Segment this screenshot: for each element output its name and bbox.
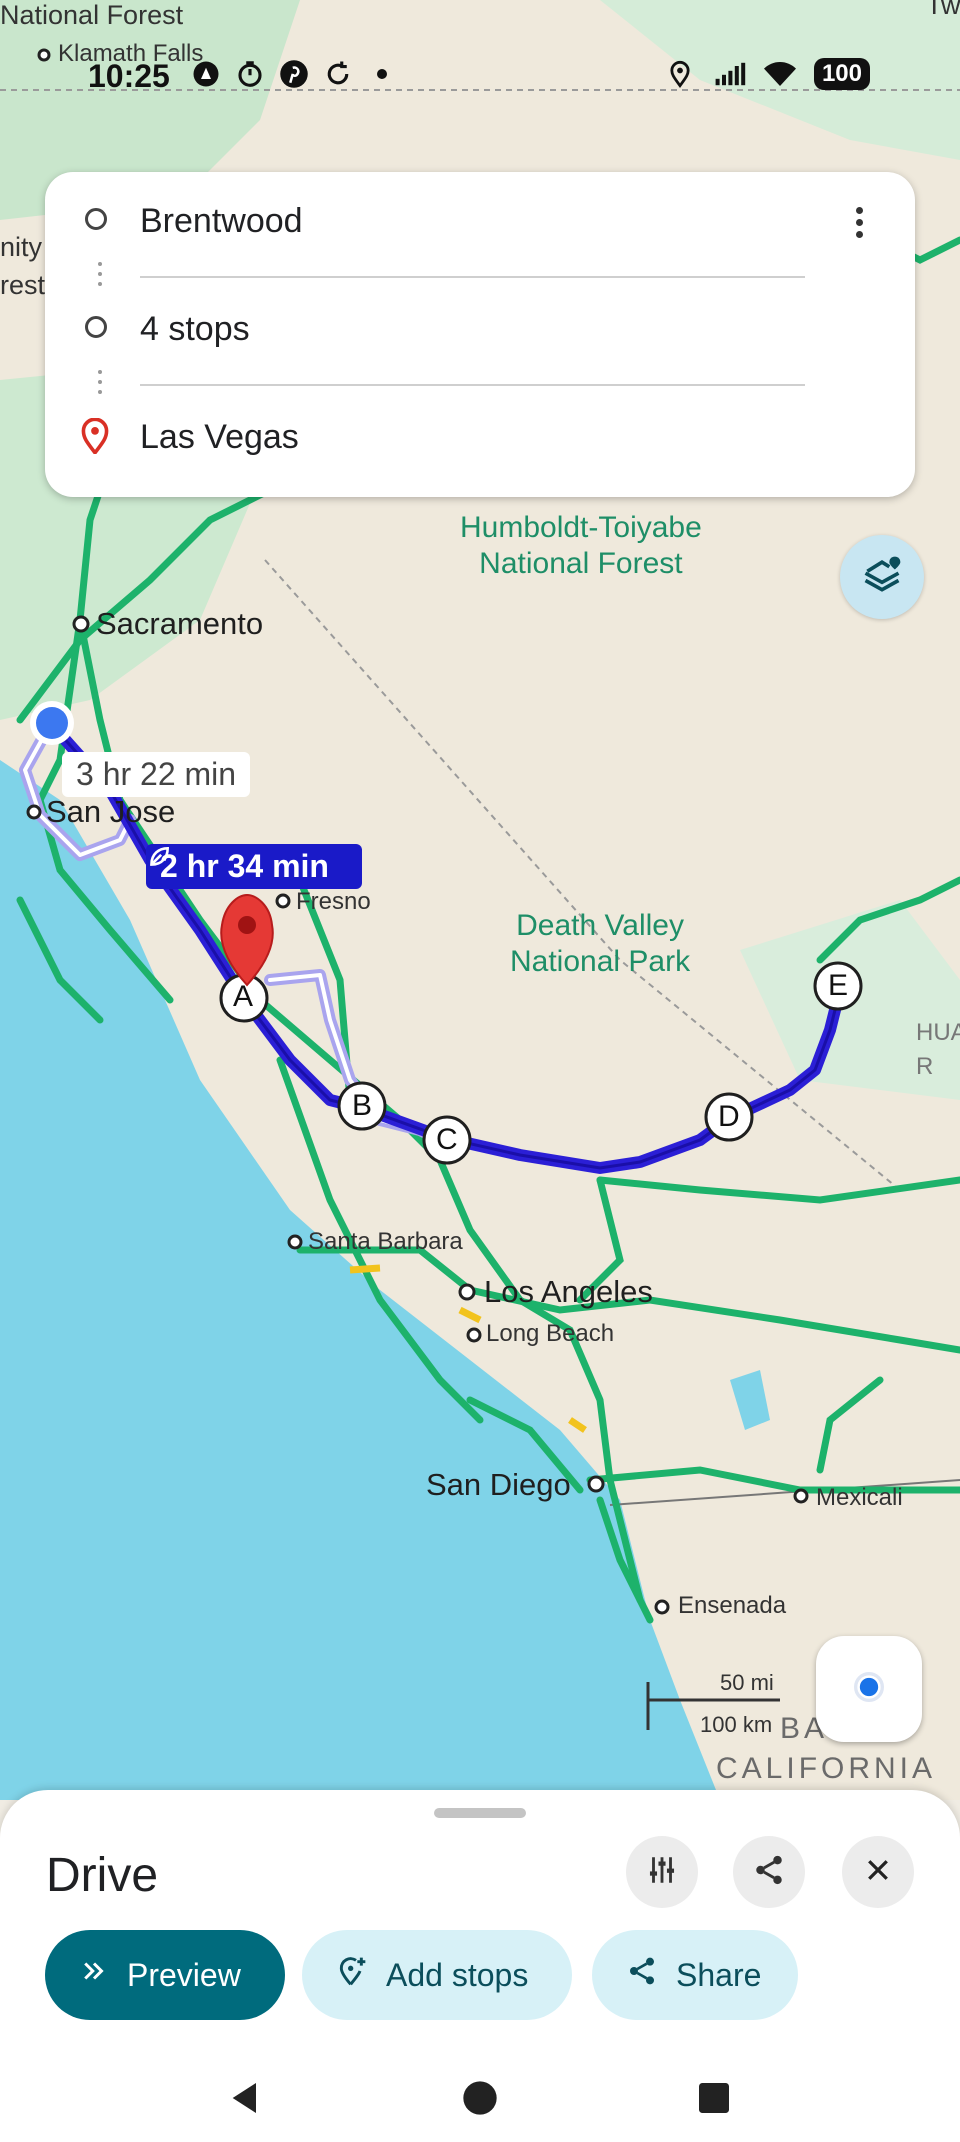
recents-icon[interactable] (694, 2078, 734, 2123)
origin-label: Brentwood (140, 202, 303, 240)
sync-icon (322, 58, 354, 90)
more-options-icon[interactable] (839, 202, 879, 242)
divider (140, 276, 805, 278)
best-route-time[interactable]: 2 hr 34 min (146, 844, 362, 889)
label-death-valley: Death Valley National Park (510, 909, 691, 978)
label-nity: nity (0, 232, 43, 262)
system-nav-bar (0, 2052, 960, 2142)
scale-miles: 50 mi (720, 1670, 774, 1695)
home-icon[interactable] (460, 2078, 500, 2123)
dot-icon (366, 58, 398, 90)
stop-marker-b[interactable]: B (352, 1089, 372, 1123)
battery-icon: 100 (813, 58, 870, 90)
add-stops-button[interactable]: Add stops (302, 1930, 572, 2020)
label-national-forest: National Forest (0, 0, 184, 30)
origin-circle-icon (85, 208, 107, 230)
label-sacramento: Sacramento (96, 606, 264, 641)
share-route-button[interactable] (733, 1836, 805, 1908)
divider (140, 384, 805, 386)
layers-icon (860, 553, 904, 602)
layers-button[interactable] (840, 535, 924, 619)
share-icon (752, 1853, 786, 1892)
timer-icon (234, 58, 266, 90)
status-time: 10:25 (88, 58, 170, 94)
route-options-button[interactable] (626, 1836, 698, 1908)
preview-button[interactable]: Preview (45, 1930, 285, 2020)
back-icon[interactable] (226, 2078, 266, 2123)
tune-icon (645, 1853, 679, 1892)
label-los-angeles: Los Angeles (484, 1274, 653, 1309)
share-icon (626, 1955, 658, 1995)
add-location-icon (336, 1955, 368, 1995)
stop-marker-d[interactable]: D (718, 1100, 740, 1134)
maps-navigation-icon (190, 58, 222, 90)
label-hua: HUA R (916, 1019, 960, 1080)
label-humboldt: Humboldt-Toiyabe National Forest (460, 511, 702, 580)
destination-row[interactable]: Las Vegas (45, 388, 915, 468)
my-location-icon (849, 1667, 889, 1712)
stops-label: 4 stops (140, 310, 250, 348)
signal-icon (714, 58, 746, 90)
label-san-jose: San Jose (46, 794, 176, 829)
location-icon (664, 58, 696, 90)
add-stops-label: Add stops (386, 1956, 529, 1993)
route-card[interactable]: Brentwood 4 stops Las Vegas (45, 172, 915, 497)
share-button[interactable]: Share (592, 1930, 798, 2020)
close-icon (863, 1855, 893, 1890)
label-california: CALIFORNIA (716, 1752, 937, 1785)
share-label: Share (676, 1956, 762, 1993)
status-bar: 10:25 100 (0, 40, 960, 112)
status-right-icons: 100 (664, 58, 870, 90)
origin-row[interactable]: Brentwood (45, 172, 915, 278)
stops-row[interactable]: 4 stops (45, 280, 915, 386)
alt-route-time[interactable]: 3 hr 22 min (62, 752, 251, 797)
label-long-beach: Long Beach (486, 1320, 615, 1347)
label-ensenada: Ensenada (678, 1592, 787, 1619)
label-santa-barbara: Santa Barbara (308, 1228, 463, 1255)
close-button[interactable] (842, 1836, 914, 1908)
best-route-time-text: 2 hr 34 min (160, 848, 329, 884)
wifi-icon (763, 58, 796, 90)
destination-pin-icon (79, 417, 111, 459)
double-chevron-icon (79, 1956, 109, 1994)
stop-marker-c[interactable]: C (436, 1123, 458, 1157)
destination-label: Las Vegas (140, 418, 299, 456)
stops-circle-icon (85, 316, 107, 338)
stop-marker-e[interactable]: E (828, 969, 848, 1003)
label-san-diego: San Diego (426, 1467, 571, 1502)
pinterest-icon (278, 58, 310, 90)
label-fresno: Fresno (296, 888, 371, 915)
preview-label: Preview (127, 1956, 241, 1993)
drag-handle[interactable] (434, 1808, 526, 1818)
sheet-title: Drive (46, 1849, 159, 1902)
label-tw: Tw (926, 0, 960, 20)
label-mexicali: Mexicali (816, 1484, 903, 1511)
scale-km: 100 km (700, 1712, 773, 1737)
my-location-button[interactable] (816, 1636, 922, 1742)
label-rest: rest (0, 270, 46, 300)
stop-marker-a[interactable]: A (233, 980, 253, 1014)
status-left-icons (190, 58, 398, 90)
